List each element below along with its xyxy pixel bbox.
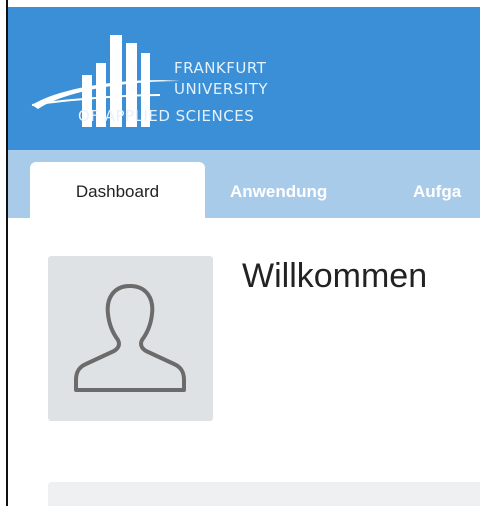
tab-anwendung[interactable]: Anwendung xyxy=(230,162,327,218)
logo-text-line3: OF APPLIED SCIENCES xyxy=(78,107,255,125)
welcome-heading: Willkommen xyxy=(242,257,428,295)
logo-text-line1: FRANKFURT xyxy=(174,59,267,77)
user-silhouette-icon xyxy=(74,284,186,392)
window-left-edge xyxy=(0,0,8,506)
logo-text-line2: UNIVERSITY xyxy=(174,80,269,98)
tab-bar: Dashboard Anwendung Aufga xyxy=(8,150,480,218)
site-header: FRANKFURT UNIVERSITY OF APPLIED SCIENCES xyxy=(8,7,480,150)
content-panel xyxy=(48,482,480,506)
tab-aufgaben[interactable]: Aufga xyxy=(413,162,461,218)
university-logo[interactable]: FRANKFURT UNIVERSITY OF APPLIED SCIENCES xyxy=(30,25,270,135)
avatar[interactable] xyxy=(48,256,213,421)
tab-dashboard[interactable]: Dashboard xyxy=(30,162,205,218)
window-top-margin xyxy=(0,0,480,7)
